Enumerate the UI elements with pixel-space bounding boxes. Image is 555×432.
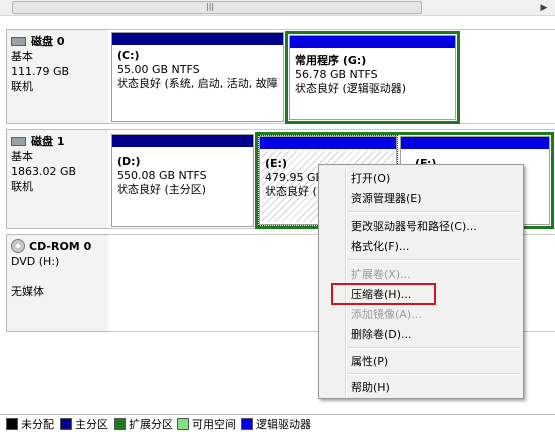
partition-band [112,135,253,147]
scrollbar-grip: ||| [206,2,215,11]
menu-separator [348,347,520,349]
menu-item-explorer[interactable]: 资源管理器(E) [351,192,422,206]
disk-title: 磁盘 1 [31,135,65,148]
partition-band [260,137,396,149]
legend-swatch-extended [114,418,126,430]
menu-item-delete-volume[interactable]: 删除卷(D)... [351,328,412,342]
partition-d[interactable]: (D:) 550.08 GB NTFS 状态良好 (主分区) [111,134,254,227]
cdrom-icon [11,239,25,253]
legend-label: 可用空间 [192,418,236,431]
disk-status: 联机 [11,180,33,193]
legend-label: 逻辑驱动器 [256,418,311,431]
disk-icon [11,36,26,46]
disk-type: 基本 [11,150,33,163]
legend-swatch-logical [241,418,253,430]
legend-label: 未分配 [21,418,54,431]
highlight-box [331,283,436,305]
scroll-right-arrow-icon[interactable]: ▶ [536,0,552,16]
menu-item-help[interactable]: 帮助(H) [351,381,390,395]
disk-1-info[interactable]: 磁盘 1 基本 1863.02 GB 联机 [6,129,109,229]
legend-swatch-primary [60,418,72,430]
partition-band [290,36,455,48]
menu-separator [348,373,520,375]
disk-icon [11,136,26,146]
menu-item-extend-volume: 扩展卷(X)... [351,268,411,281]
disk-title: 磁盘 0 [31,35,65,48]
disk-size: 1863.02 GB [11,165,77,178]
legend-item: 未分配 [6,418,54,431]
legend-label: 扩展分区 [129,418,173,431]
menu-item-open[interactable]: 打开(O) [351,172,390,186]
cdrom-0-info[interactable]: CD-ROM 0 DVD (H:) 无媒体 [6,234,109,332]
legend-item: 逻辑驱动器 [241,418,311,431]
disk-size: 111.79 GB [11,65,70,78]
extended-partition-disk-0[interactable]: 常用程序 (G:) 56.78 GB NTFS 状态良好 (逻辑驱动器) [285,31,460,124]
disk-title: CD-ROM 0 [29,240,92,253]
menu-item-change-drive-letter[interactable]: 更改驱动器号和路径(C)... [351,220,477,234]
disk-status: 无媒体 [11,285,44,298]
legend-label: 主分区 [75,418,108,431]
partition-name: 常用程序 (G:) [295,54,367,67]
menu-item-format[interactable]: 格式化(F)... [351,240,409,254]
menu-separator [348,259,520,261]
legend-bar: 未分配 主分区 扩展分区 可用空间 逻辑驱动器 [0,414,555,432]
partition-status: 状态良好 (逻辑驱动器) [295,82,407,95]
legend-item: 扩展分区 [114,418,173,431]
legend-swatch-free [177,418,189,430]
partition-size: 550.08 GB NTFS [117,169,207,182]
disk-type: 基本 [11,50,33,63]
disk-status: 联机 [11,80,33,93]
disk-0-info[interactable]: 磁盘 0 基本 111.79 GB 联机 [6,29,109,124]
partition-size: 55.00 GB NTFS [117,63,200,76]
menu-separator [348,211,520,213]
partition-status: 状态良好 (系统, 启动, 活动, 故障 [117,77,278,90]
partition-size: 56.78 GB NTFS [295,68,378,81]
context-menu: 打开(O) 资源管理器(E) 更改驱动器号和路径(C)... 格式化(F)...… [318,164,524,399]
legend-item: 可用空间 [177,418,236,431]
scrollbar-thumb[interactable] [12,1,422,14]
legend-item: 主分区 [60,418,108,431]
menu-icon-strip [345,167,347,396]
partition-status: 状态良好 (主分区) [117,183,207,196]
menu-item-properties[interactable]: 属性(P) [351,355,388,369]
legend-swatch-unallocated [6,418,18,430]
partition-name: (C:) [117,49,140,62]
partition-c[interactable]: (C:) 55.00 GB NTFS 状态良好 (系统, 启动, 活动, 故障 [111,32,284,122]
menu-item-add-mirror: 添加镜像(A)... [351,308,422,321]
horizontal-scrollbar[interactable]: ||| ▶ [0,0,555,16]
partition-band [112,33,283,45]
partition-band [401,137,549,149]
partition-g[interactable]: 常用程序 (G:) 56.78 GB NTFS 状态良好 (逻辑驱动器) [289,35,456,120]
partition-name: (D:) [117,155,141,168]
disk-type: DVD (H:) [11,255,60,268]
